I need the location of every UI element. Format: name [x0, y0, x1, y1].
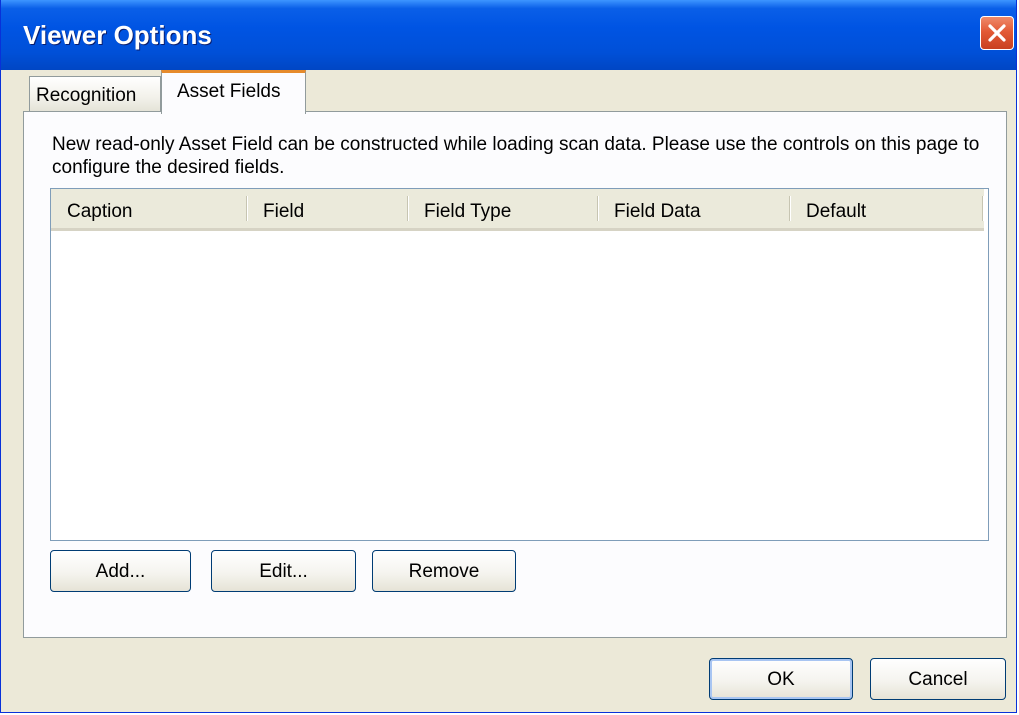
tab-recognition-label: Recognition: [36, 85, 137, 106]
column-header-default[interactable]: Default: [790, 189, 983, 228]
column-header-field-data[interactable]: Field Data: [598, 189, 790, 228]
remove-button[interactable]: Remove: [372, 550, 516, 592]
list-header: Caption Field Field Type Field Data Defa…: [51, 189, 984, 231]
asset-fields-panel: New read-only Asset Field can be constru…: [23, 111, 1007, 638]
asset-fields-description: New read-only Asset Field can be constru…: [52, 134, 980, 178]
add-button[interactable]: Add...: [50, 550, 191, 592]
close-button[interactable]: [980, 16, 1014, 50]
title-bar[interactable]: Viewer Options: [1, 0, 1016, 70]
tab-recognition[interactable]: Recognition: [29, 76, 161, 112]
close-icon: [988, 24, 1006, 42]
ok-button[interactable]: OK: [709, 658, 853, 700]
window-title: Viewer Options: [23, 20, 212, 50]
asset-fields-list[interactable]: Caption Field Field Type Field Data Defa…: [50, 188, 989, 541]
edit-button[interactable]: Edit...: [211, 550, 356, 592]
viewer-options-dialog: Viewer Options Recognition Asset Fields …: [0, 0, 1017, 713]
tab-asset-fields[interactable]: Asset Fields: [161, 70, 306, 114]
column-header-field[interactable]: Field: [247, 189, 408, 228]
column-header-field-type[interactable]: Field Type: [408, 189, 598, 228]
cancel-button[interactable]: Cancel: [870, 658, 1006, 700]
tab-asset-fields-label: Asset Fields: [177, 81, 281, 102]
column-header-caption[interactable]: Caption: [51, 189, 247, 228]
